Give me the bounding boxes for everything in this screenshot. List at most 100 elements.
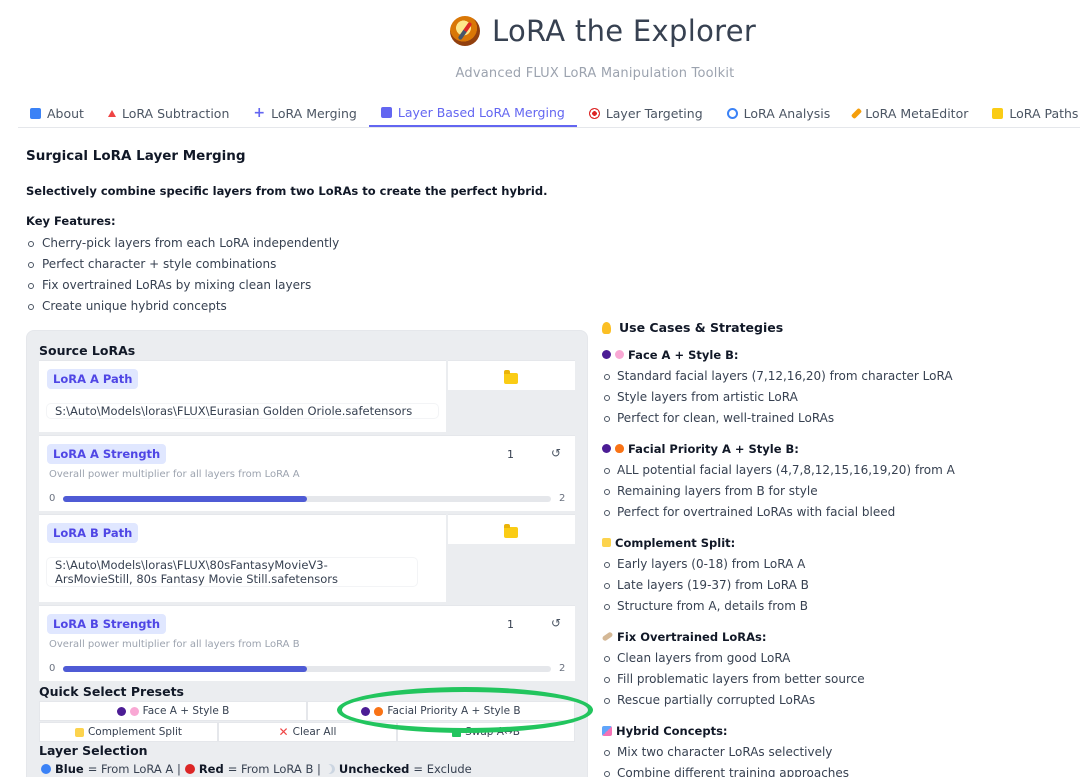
lora-a-strength-number[interactable]: 1 [507,448,514,461]
button-label: Complement Split [87,726,183,738]
list-item: Create unique hybrid concepts [26,296,586,317]
lora-a-strength-label: LoRA A Strength [47,444,167,464]
list-item: Fix overtrained LoRAs by mixing clean la… [26,275,586,296]
lora-b-strength-card: LoRA B Strength 1 ↺ Overall power multip… [39,605,575,681]
list-item: Mix two character LoRAs selectively [602,742,1072,763]
tab-label: Layer Targeting [605,105,703,121]
triangle-icon [107,109,116,117]
tab-lora-merging[interactable]: + LoRA Merging [241,100,369,126]
range-min: 0 [49,493,56,504]
blue-circle-icon [41,764,51,774]
reset-icon[interactable]: ↺ [551,616,561,630]
list-item: Perfect for overtrained LoRAs with facia… [602,502,1072,523]
lora-b-path-label: LoRA B Path [47,523,139,543]
list-item: Remaining layers from B for style [602,481,1072,502]
tab-layer-based-lora-merging[interactable]: Layer Based LoRA Merging [368,100,577,127]
tab-lora-subtraction[interactable]: LoRA Subtraction [96,100,241,126]
list-item: Perfect for clean, well-trained LoRAs [602,408,1072,429]
person-icon [602,350,611,359]
pencil-icon [851,107,863,119]
range-max: 2 [559,493,566,504]
plus-icon: + [253,105,266,121]
list-item: Standard facial layers (7,12,16,20) from… [602,366,1072,387]
app-title-text: LoRA the Explorer [492,14,757,48]
lora-b-path-input[interactable]: S:\Auto\Models\loras\FLUX\80sFantasyMovi… [47,558,417,586]
preset-complement-split-button[interactable]: Complement Split [39,722,218,742]
cake-icon [602,538,611,547]
strategy-hybrid-concepts: Hybrid Concepts: Mix two character LoRAs… [602,722,1072,777]
folder-icon [504,370,518,384]
layer-selection-legend: Blue = From LoRA A | Red = From LoRA B |… [41,762,472,776]
target-icon [588,107,600,119]
list-item: ALL potential facial layers (4,7,8,12,15… [602,460,1072,481]
list-item: Perfect character + style combinations [26,254,586,275]
slider-fill [63,666,307,672]
cake-icon [74,727,84,737]
tab-lora-paths[interactable]: LoRA Paths [980,100,1080,126]
preset-face-a-style-b-button[interactable]: Face A + Style B [39,701,307,721]
lora-b-strength-label: LoRA B Strength [47,614,167,634]
swap-icon [452,727,462,737]
button-label: Clear All [292,726,337,738]
magnifier-icon [726,107,738,119]
swap-button[interactable]: Swap A↔B [397,722,575,742]
tab-label: LoRA Merging [271,105,357,121]
bandage-icon [601,631,614,642]
list-item: Fill problematic layers from better sour… [602,669,1072,690]
red-circle-icon [184,764,195,774]
legend-red-text: = From LoRA B | [227,762,321,776]
fire-icon [374,706,384,716]
preset-facial-priority-button[interactable]: Facial Priority A + Style B [307,701,575,721]
tab-label: Layer Based LoRA Merging [397,105,565,120]
folder-icon [504,524,518,538]
close-icon: ✕ [278,725,289,739]
layers-icon [380,107,392,118]
moon-icon [325,764,335,774]
app-subtitle: Advanced FLUX LoRA Manipulation Toolkit [455,66,735,81]
app-header: LoRA the Explorer Advanced FLUX LoRA Man… [0,0,1080,95]
slider-fill [63,496,307,502]
lora-b-strength-desc: Overall power multiplier for all layers … [49,639,300,650]
tab-lora-metaeditor[interactable]: LoRA MetaEditor [842,100,980,126]
quick-presets-title: Quick Select Presets [39,684,185,699]
tab-label: LoRA Paths [1009,105,1079,121]
legend-blue: Blue [55,762,84,776]
lora-b-strength-number[interactable]: 1 [507,618,514,631]
list-item: Combine different training approaches [602,763,1072,777]
tab-label: LoRA Analysis [743,105,831,121]
range-max: 2 [559,663,566,674]
feature-list: Cherry-pick layers from each LoRA indepe… [26,233,586,317]
lora-a-browse-button[interactable] [448,360,575,390]
list-item: Structure from A, details from B [602,596,1072,617]
strategy-title: Hybrid Concepts: [616,723,728,738]
reset-icon[interactable]: ↺ [551,446,561,460]
strategy-complement-split: Complement Split: Early layers (0-18) fr… [602,534,1072,617]
clear-all-button[interactable]: ✕ Clear All [218,722,397,742]
button-label: Swap A↔B [465,726,520,738]
tab-layer-targeting[interactable]: Layer Targeting [577,100,715,126]
lora-b-strength-slider[interactable] [63,666,551,672]
tab-about[interactable]: About [18,100,96,126]
tab-lora-analysis[interactable]: LoRA Analysis [715,100,843,126]
page-heading: Surgical LoRA Layer Merging [26,148,246,164]
lightbulb-icon [602,321,611,334]
strategy-title: Fix Overtrained LoRAs: [617,629,767,644]
list-item: Clean layers from good LoRA [602,648,1072,669]
legend-unchecked: Unchecked [338,762,410,776]
button-label: Facial Priority A + Style B [387,705,521,717]
strategy-fix-overtrained: Fix Overtrained LoRAs: Clean layers from… [601,628,1072,711]
tab-label: LoRA Subtraction [121,105,230,121]
folder-icon [992,107,1004,119]
compass-icon [450,16,480,46]
use-cases-section: Use Cases & Strategies Face A + Style B:… [601,320,1072,777]
list-item: Rescue partially corrupted LoRAs [602,690,1072,711]
list-item: Cherry-pick layers from each LoRA indepe… [26,233,586,254]
brain-icon [129,706,139,716]
info-icon [30,107,41,119]
lora-a-strength-slider[interactable] [63,496,551,502]
fire-icon [615,444,624,453]
lora-a-strength-card: LoRA A Strength 1 ↺ Overall power multip… [39,435,575,511]
lora-b-browse-button[interactable] [448,514,575,544]
use-cases-title: Use Cases & Strategies [602,320,1072,335]
lora-a-path-input[interactable]: S:\Auto\Models\loras\FLUX\Eurasian Golde… [47,404,438,418]
